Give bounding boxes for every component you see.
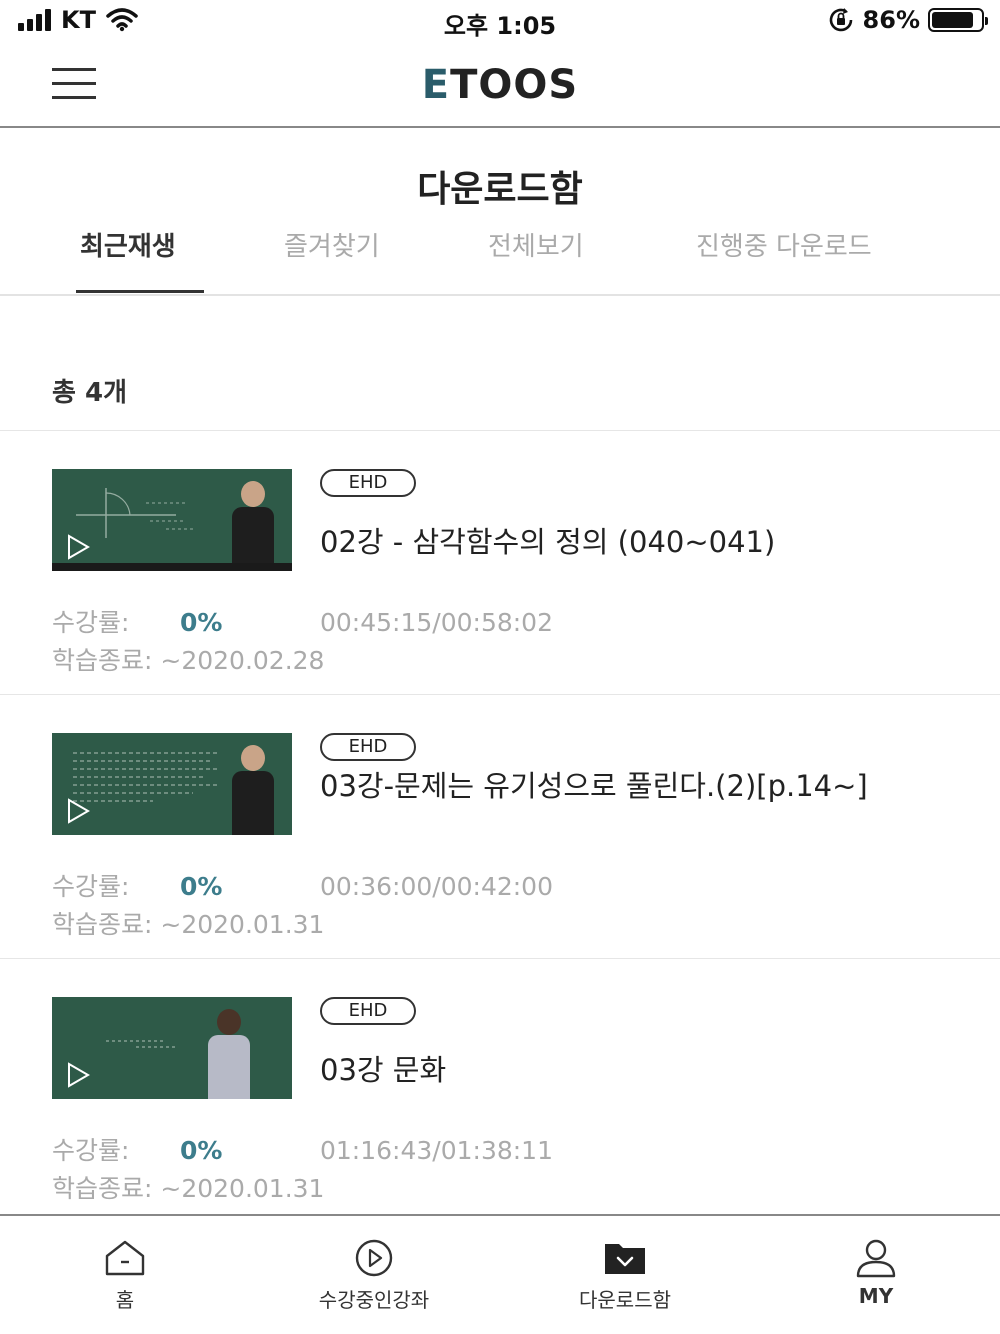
play-time: 00:36:00/00:42:00 [320, 872, 553, 901]
total-count: 총 4개 [52, 378, 127, 408]
progress-label: 수강률: [52, 608, 130, 637]
play-time: 01:16:43/01:38:11 [320, 1136, 553, 1165]
tab-favorites[interactable]: 즐겨찾기 [284, 226, 380, 263]
tab-all[interactable]: 전체보기 [488, 226, 584, 263]
progress-label: 수강률: [52, 872, 130, 901]
play-icon [68, 798, 90, 824]
lecturer-figure [230, 481, 276, 571]
lecturer-figure [230, 745, 276, 835]
nav-label: 수강중인강좌 [318, 1288, 430, 1312]
progress-row: 수강률: 0% 00:36:00/00:42:00 [52, 867, 553, 903]
nav-courses[interactable]: 수강중인강좌 [274, 1238, 474, 1313]
lecture-title: 03강 문화 [320, 1053, 447, 1087]
logo-rest: TOOS [450, 62, 579, 108]
orientation-lock-icon [829, 8, 852, 32]
quality-badge: EHD [320, 997, 416, 1025]
quality-badge: EHD [320, 733, 416, 761]
nav-home[interactable]: 홈 [25, 1238, 225, 1313]
nav-label: 홈 [115, 1288, 135, 1312]
tab-recent[interactable]: 최근재생 [80, 226, 176, 263]
play-circle-icon [355, 1239, 393, 1277]
quality-badge: EHD [320, 469, 416, 497]
end-date: 학습종료: ~2020.01.31 [52, 1174, 325, 1203]
end-date: 학습종료: ~2020.01.31 [52, 910, 325, 939]
page-title: 다운로드함 [417, 169, 583, 210]
lecture-list-item[interactable]: EHD 03강 문화 수강률: 0% 01:16:43/01:38:11 학습종료:… [0, 959, 1000, 1215]
nav-label: MY [858, 1284, 894, 1308]
progress-row: 수강률: 0% 00:45:15/00:58:02 [52, 603, 553, 639]
user-icon [856, 1239, 896, 1278]
status-right: 86% [827, 6, 988, 34]
download-folder-icon [605, 1244, 645, 1274]
progress-value: 0% [180, 872, 223, 901]
lecture-thumbnail[interactable] [52, 733, 292, 835]
home-icon [105, 1240, 145, 1276]
tab-downloading[interactable]: 진행중 다운로드 [696, 226, 872, 263]
battery-percent: 86% [862, 6, 920, 34]
nav-downloads[interactable]: 다운로드함 [525, 1238, 725, 1313]
lecture-thumbnail[interactable] [52, 997, 292, 1099]
active-tab-indicator [76, 290, 204, 293]
progress-value: 0% [180, 1136, 223, 1165]
logo-accent: E [421, 62, 451, 108]
battery-icon [928, 8, 988, 32]
nav-my[interactable]: MY [776, 1238, 976, 1308]
lecture-title: 02강 - 삼각함수의 정의 (040~041) [320, 525, 776, 559]
app-header: ETOOS [0, 44, 1000, 128]
tab-bar: 최근재생 즐겨찾기 전체보기 진행중 다운로드 [0, 220, 1000, 296]
play-time: 00:45:15/00:58:02 [320, 608, 553, 637]
bottom-navigation: 홈 수강중인강좌 다운로드함 MY [0, 1214, 1000, 1334]
lecture-thumbnail[interactable] [52, 469, 292, 571]
status-bar: KT 오후 1:05 86% [0, 0, 1000, 44]
progress-label: 수강률: [52, 1136, 130, 1165]
play-icon [68, 1062, 90, 1088]
nav-label: 다운로드함 [579, 1288, 671, 1312]
lecturer-figure [206, 1009, 252, 1099]
etoos-logo[interactable]: ETOOS [0, 62, 1000, 108]
lecture-list-item[interactable]: EHD 02강 - 삼각함수의 정의 (040~041) 수강률: 0% 00:45… [0, 431, 1000, 695]
progress-row: 수강률: 0% 01:16:43/01:38:11 [52, 1131, 553, 1167]
lecture-list-item[interactable]: EHD 03강-문제는 유기성으로 풀린다.(2)[p.14~] 수강률: 0% 0… [0, 695, 1000, 959]
progress-value: 0% [180, 608, 223, 637]
lecture-title: 03강-문제는 유기성으로 풀린다.(2)[p.14~] [320, 769, 868, 803]
play-icon [68, 534, 90, 560]
end-date: 학습종료: ~2020.02.28 [52, 646, 325, 675]
